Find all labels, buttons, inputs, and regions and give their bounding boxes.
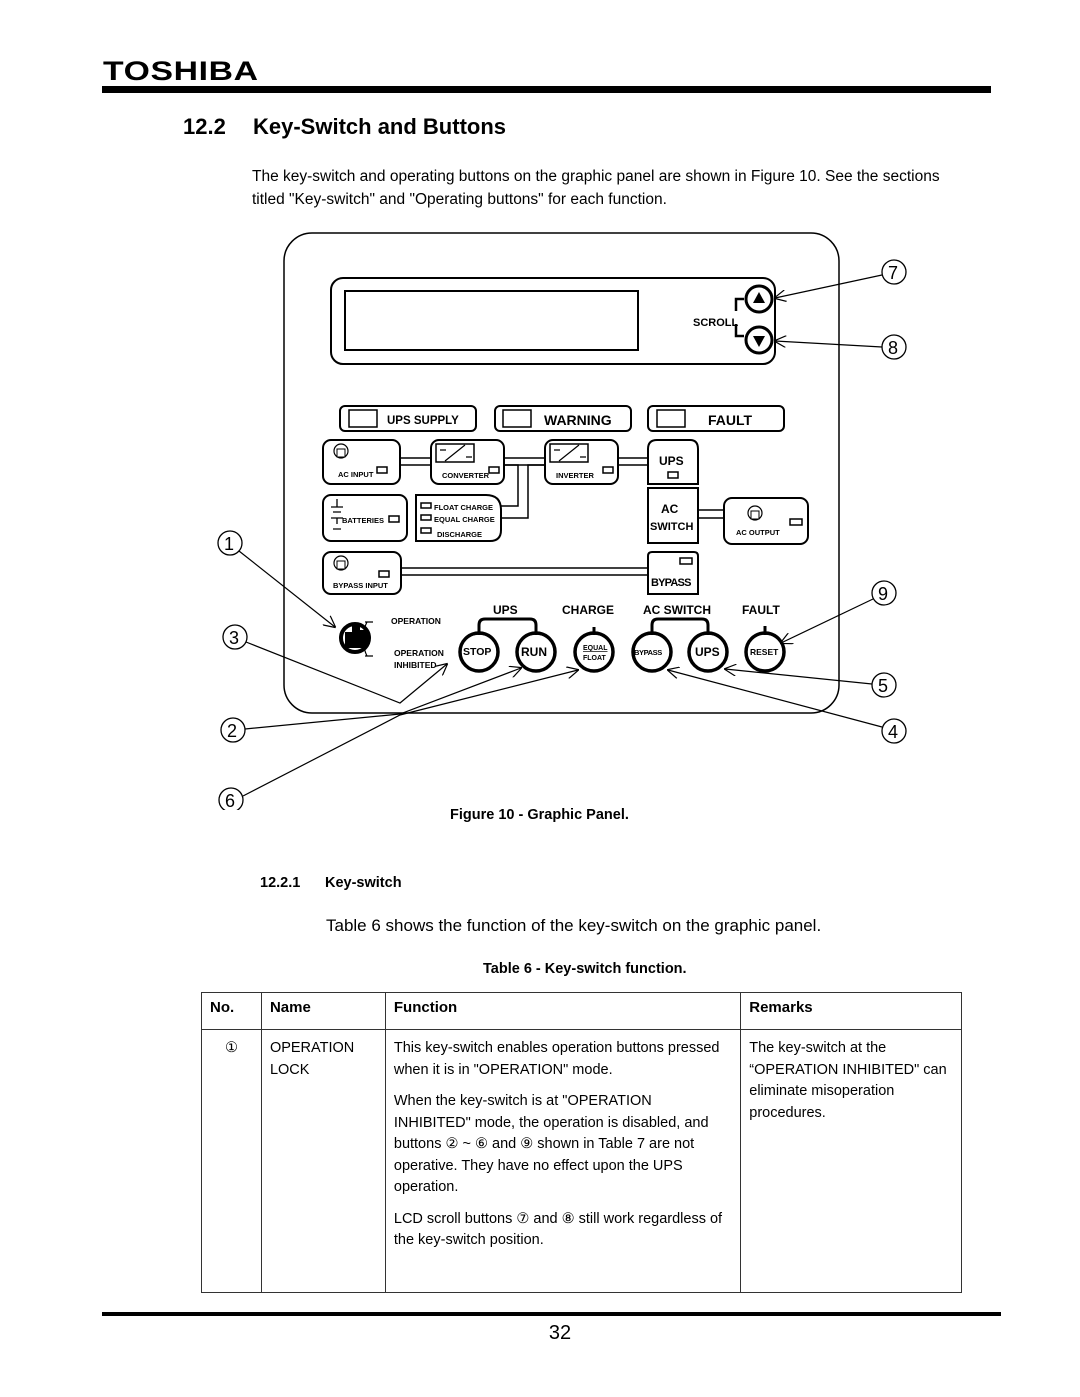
group-ups-label: UPS — [493, 603, 518, 617]
keyswitch-operation-label: OPERATION — [391, 616, 441, 626]
name-line-2: LOCK — [269, 1061, 310, 1078]
footer-rule — [102, 1312, 1001, 1316]
table-caption: Table 6 - Key-switch function. — [483, 961, 687, 977]
discharge-label: DISCHARGE — [437, 530, 482, 539]
callout-7: 7 — [888, 263, 898, 283]
cell-name: OPERATION LOCK — [260, 1029, 386, 1293]
equal-float-button[interactable] — [573, 631, 615, 673]
group-fault-label: FAULT — [742, 603, 780, 617]
subsection-title-text: Key-switch — [325, 875, 402, 891]
subsection-number: 12.2.1 — [260, 875, 301, 891]
cell-remarks: The key-switch at the “OPERATION INHIBIT… — [740, 1029, 962, 1293]
group-charge-label: CHARGE — [562, 603, 614, 617]
ac-output-label: AC OUTPUT — [736, 528, 780, 537]
float-charge-label: FLOAT CHARGE — [434, 503, 493, 512]
callout-3: 3 — [229, 628, 239, 648]
figure-caption: Figure 10 - Graphic Panel. — [450, 807, 629, 823]
bypass-input-label: BYPASS INPUT — [333, 581, 388, 590]
converter-label: CONVERTER — [442, 471, 490, 480]
callout-5: 5 — [878, 676, 888, 696]
header-remarks: Remarks — [740, 992, 962, 1030]
function-paragraph-3: LCD scroll buttons ⑦ and ⑧ still work re… — [393, 1210, 723, 1249]
stop-button-label: STOP — [463, 646, 491, 658]
table-header-row: No. Name Function Remarks — [201, 992, 962, 1030]
keyswitch-inhibited-label-2: INHIBITED — [394, 660, 437, 670]
ups-block-label: UPS — [659, 454, 684, 468]
scroll-label: SCROLL — [693, 317, 739, 329]
name-line-1: OPERATION — [269, 1040, 355, 1056]
callout-2: 2 — [227, 721, 237, 741]
header-function: Function — [384, 992, 742, 1030]
function-paragraph-1: This key-switch enables operation button… — [393, 1040, 720, 1078]
table-row: ① OPERATION LOCK This key-switch enables… — [201, 1029, 962, 1293]
float-button-label: FLOAT — [583, 655, 607, 662]
run-button-label: RUN — [521, 645, 547, 659]
callout-1: 1 — [224, 534, 234, 554]
function-paragraph-2: When the key-switch is at "OPERATION INH… — [393, 1093, 709, 1195]
inverter-label: INVERTER — [556, 471, 595, 480]
ac-input-label: AC INPUT — [338, 470, 374, 479]
ups-button-label: UPS — [695, 645, 720, 659]
callout-6: 6 — [225, 791, 235, 810]
page-number: 32 — [548, 1322, 572, 1344]
key-switch-table: No. Name Function Remarks ① OPERATION LO… — [201, 992, 962, 1293]
cell-no: ① — [201, 1029, 262, 1293]
subsection-title: 12.2.1 Key-switch — [260, 875, 402, 891]
bypass-button-label: BYPASS — [634, 648, 662, 657]
table-intro-paragraph: Table 6 shows the function of the key-sw… — [326, 916, 822, 935]
callout-4: 4 — [888, 722, 898, 742]
warning-lamp: WARNING — [544, 412, 612, 428]
header-name: Name — [260, 992, 386, 1030]
callout-9: 9 — [878, 584, 888, 604]
callout-8: 8 — [888, 338, 898, 358]
cell-function: This key-switch enables operation button… — [384, 1029, 742, 1293]
bypass-block-label: BYPASS — [651, 577, 691, 589]
equal-charge-label: EQUAL CHARGE — [434, 515, 495, 524]
equal-button-label: EQUAL — [583, 645, 608, 652]
ac-switch-label-2: SWITCH — [650, 521, 693, 533]
reset-button-label: RESET — [750, 647, 779, 657]
group-ac-switch-label: AC SWITCH — [643, 603, 711, 617]
batteries-label: BATTERIES — [342, 516, 384, 525]
keyswitch-inhibited-label-1: OPERATION — [394, 648, 444, 658]
fault-lamp: FAULT — [708, 412, 753, 428]
ups-supply-lamp: UPS SUPPLY — [387, 415, 459, 427]
lcd-display — [344, 290, 639, 351]
header-no: No. — [201, 992, 262, 1030]
graphic-panel-diagram: SCROLL UPS SUPPLY WARNING FAULT AC INPUT… — [217, 232, 907, 810]
ac-switch-label-1: AC — [661, 502, 679, 516]
